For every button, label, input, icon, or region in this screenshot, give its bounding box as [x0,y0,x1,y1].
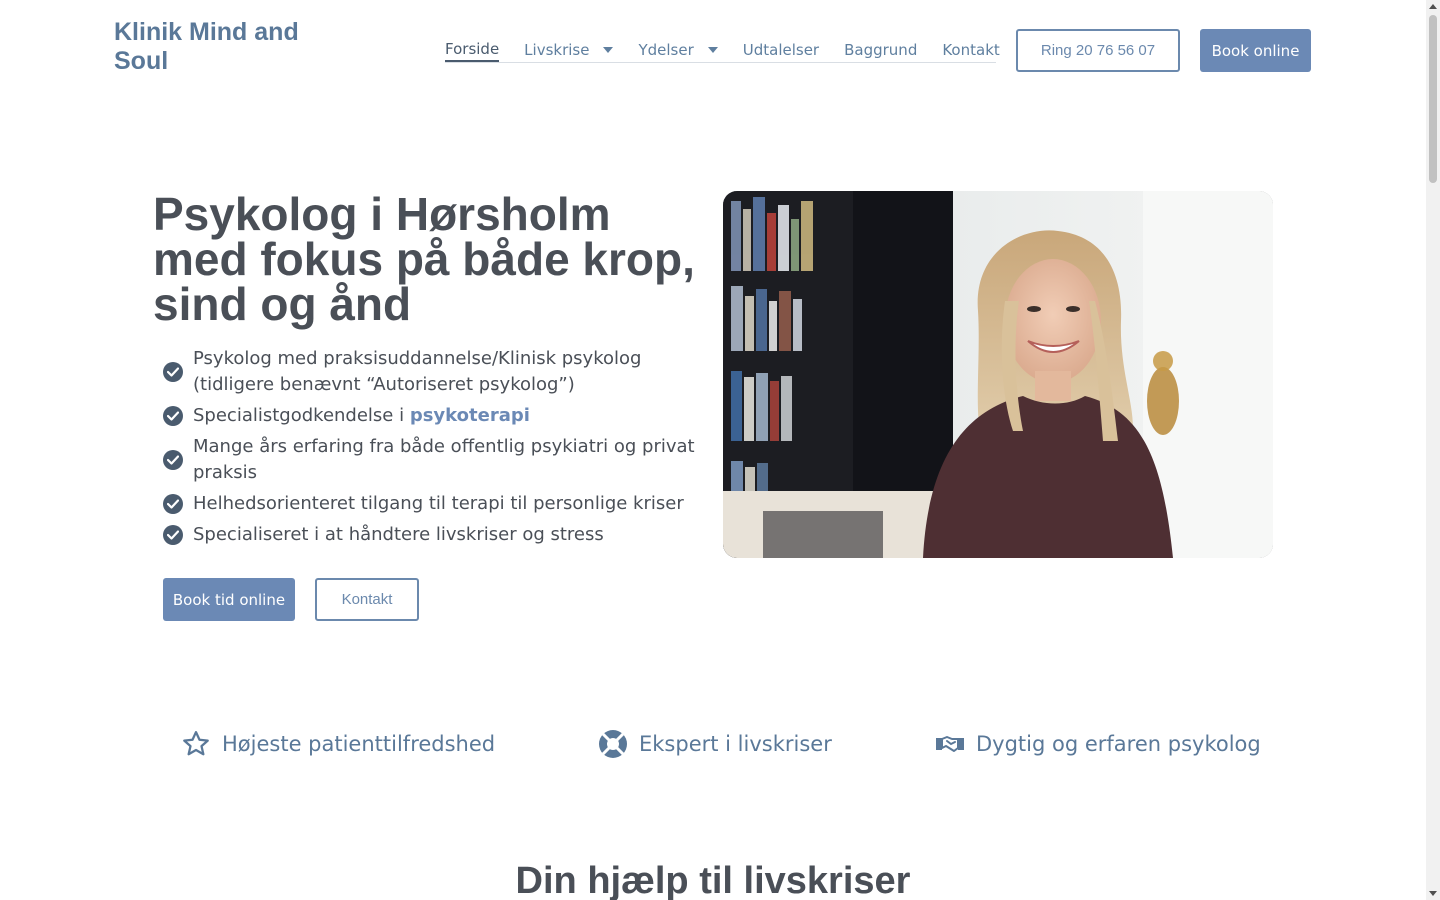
section-title: Din hjælp til livskriser [515,860,911,900]
list-item-text: Specialiseret i at håndtere livskriser o… [193,524,604,545]
site-logo[interactable]: Klinik Mind and Soul [114,18,344,76]
feature-patient-satisfaction: Højeste patienttilfredshed [180,728,495,760]
list-item-text: Psykolog med praksisuddannelse/Klinisk p… [193,348,642,395]
feature-experienced-psychologist: Dygtig og erfaren psykolog [934,728,1261,760]
check-circle-icon [163,494,183,514]
nav-item-kontakt[interactable]: Kontakt [942,38,999,62]
psychologist-photo-illustration [723,191,1273,558]
list-item: Mange års erfaring fra både offentlig ps… [163,434,708,486]
call-phone-button[interactable]: Ring 20 76 56 07 [1016,29,1180,72]
list-item-prefix: Specialistgodkendelse i [193,405,410,426]
site-header: Klinik Mind and Soul Forside Livskrise Y… [0,0,1426,100]
list-item: Psykolog med praksisuddannelse/Klinisk p… [163,346,708,398]
hero-title: Psykolog i Hørsholm med fokus på både kr… [153,188,695,330]
list-item-text: Mange års erfaring fra både offentlig ps… [193,436,695,483]
caret-down-icon [603,47,614,53]
scrollbar-thumb[interactable] [1429,15,1437,183]
list-item-text: Helhedsorienteret tilgang til terapi til… [193,493,684,514]
nav-item-livskrise[interactable]: Livskrise [524,38,614,62]
nav-item-label: Ydelser [638,41,694,59]
list-item: Specialiseret i at håndtere livskriser o… [163,522,708,548]
nav-item-ydelser[interactable]: Ydelser [638,38,718,62]
scroll-up-arrow-icon[interactable] [1429,4,1437,9]
nav-item-udtalelser[interactable]: Udtalelser [743,38,819,62]
check-circle-icon [163,450,183,470]
scroll-down-arrow-icon[interactable] [1429,891,1437,896]
psychologist-photo [723,191,1273,558]
nav-item-baggrund[interactable]: Baggrund [844,38,917,62]
nav-item-label: Forside [445,40,500,58]
list-item: Specialistgodkendelse i psykoterapi [163,403,708,429]
star-icon [180,728,212,760]
feature-label: Dygtig og erfaren psykolog [976,732,1261,756]
feature-label: Ekspert i livskriser [639,732,832,756]
main-navigation: Forside Livskrise Ydelser Udtalelser Bag… [445,38,1000,63]
nav-item-label: Baggrund [844,41,918,59]
check-circle-icon [163,406,183,426]
book-online-button[interactable]: Book online [1200,29,1311,72]
nav-item-label: Livskrise [524,41,590,59]
page-scrollbar[interactable] [1426,0,1440,900]
nav-item-forside[interactable]: Forside [445,38,500,62]
list-item-text: Specialistgodkendelse i psykoterapi [193,403,708,429]
qualifications-list: Psykolog med praksisuddannelse/Klinisk p… [163,346,708,553]
list-item: Helhedsorienteret tilgang til terapi til… [163,491,708,517]
check-circle-icon [163,362,183,382]
caret-down-icon [707,47,718,53]
check-circle-icon [163,525,183,545]
nav-item-label: Udtalelser [742,41,820,59]
kontakt-button[interactable]: Kontakt [315,578,419,621]
nav-item-label: Kontakt [942,41,1000,59]
feature-life-crisis-expert: Ekspert i livskriser [597,728,832,760]
book-tid-online-button[interactable]: Book tid online [163,578,295,621]
psykoterapi-link[interactable]: psykoterapi [410,405,530,426]
feature-label: Højeste patienttilfredshed [222,732,496,756]
handshake-icon [934,728,966,760]
life-ring-icon [597,728,629,760]
